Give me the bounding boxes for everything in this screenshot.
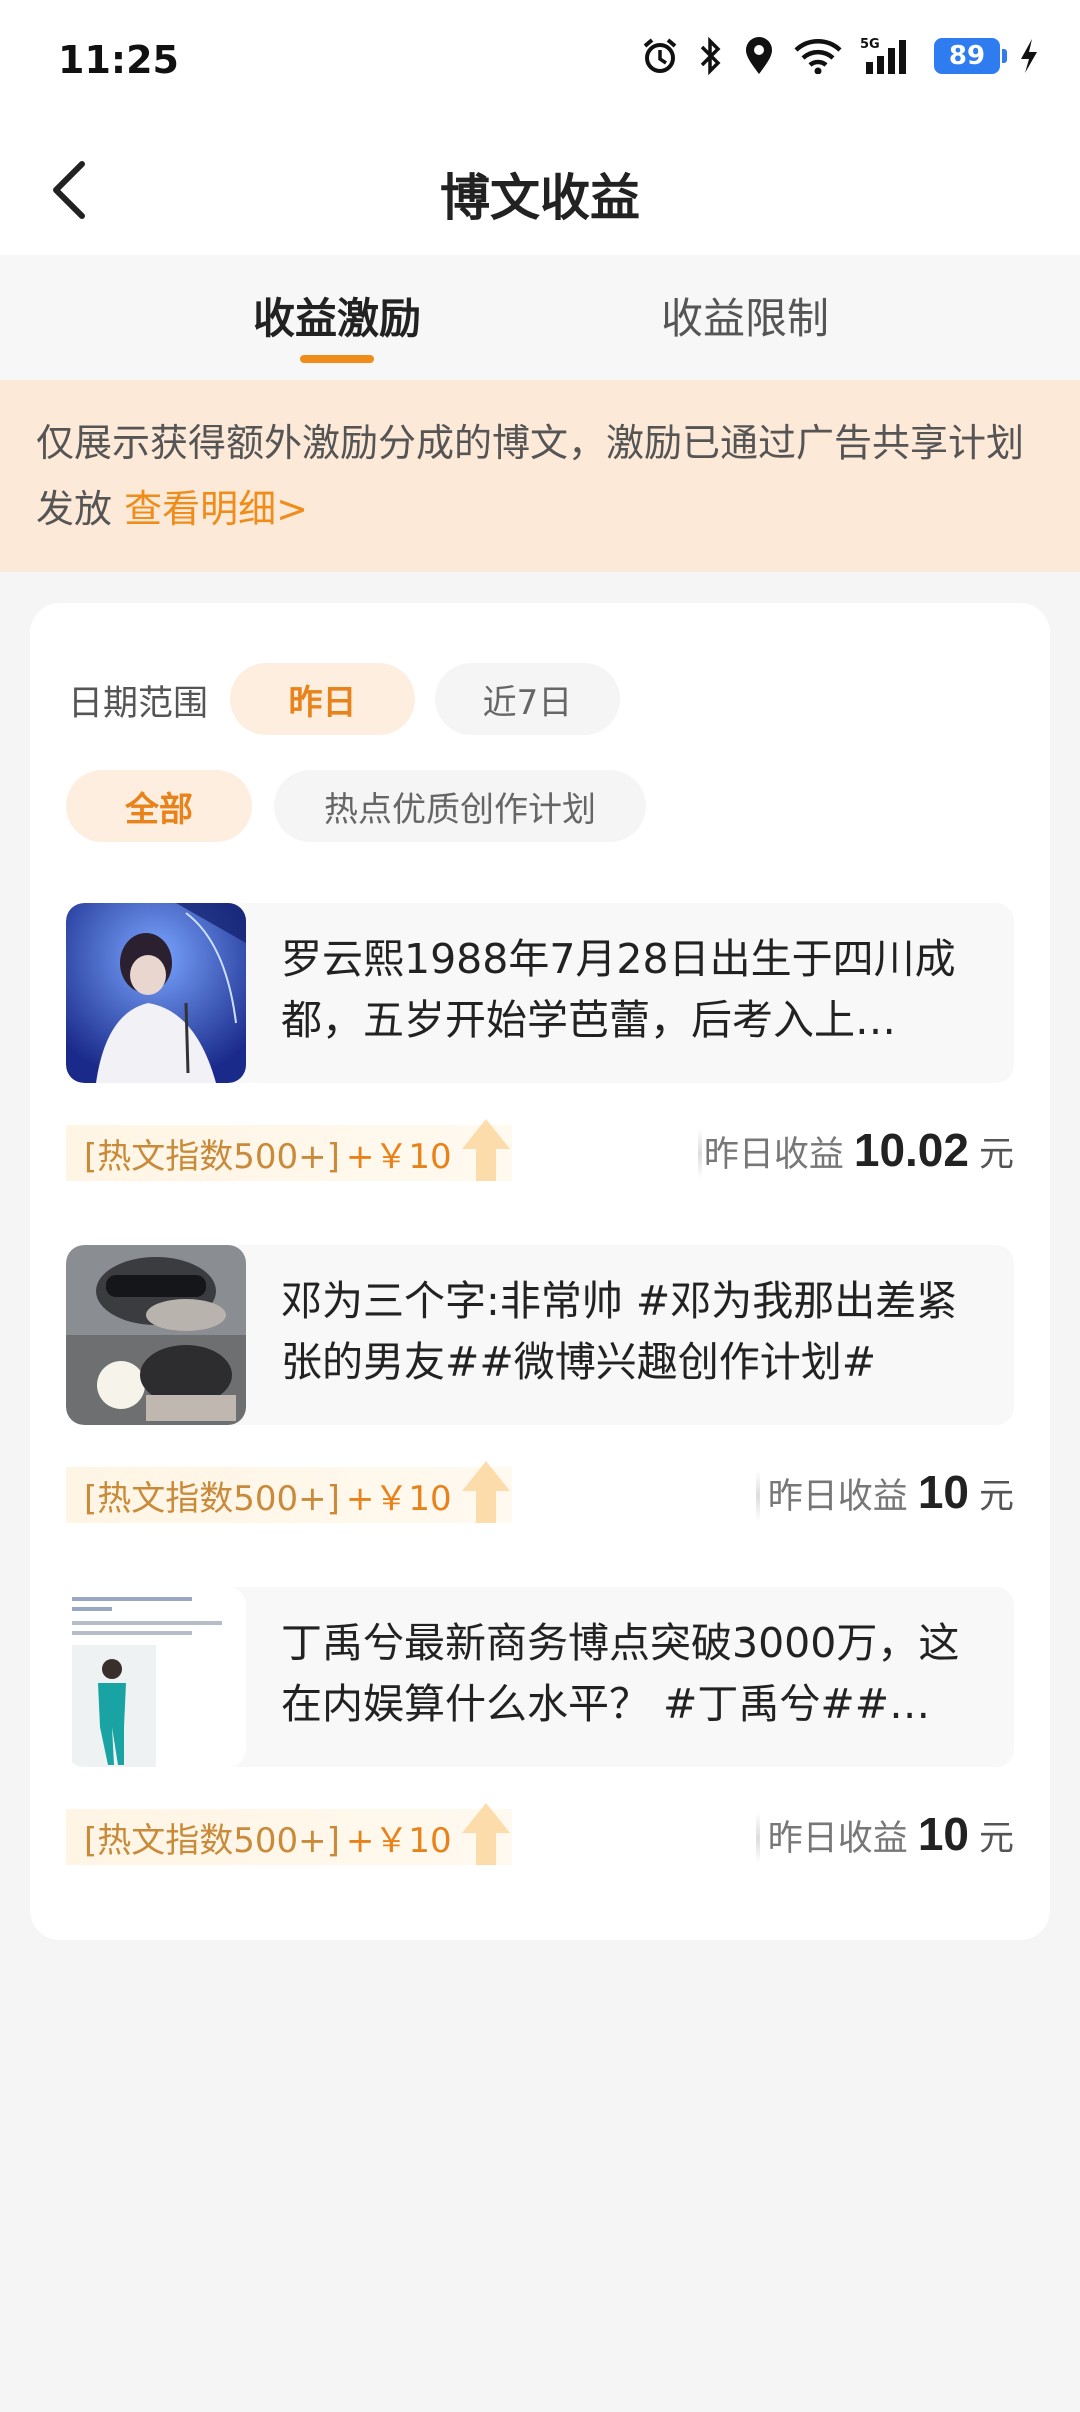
post-item[interactable]: 罗云熙1988年7月28日出生于四川成都，五岁开始学芭蕾，后考入上… [66, 903, 1014, 1083]
view-details-link[interactable]: 查看明细> [124, 487, 308, 531]
bonus-amount: +￥10 [345, 1136, 452, 1177]
earnings: 昨日收益 10.02 元 [704, 1123, 1014, 1177]
earnings-card: 日期范围 昨日 近7日 全部 热点优质创作计划 罗云熙1988年7月28日出生于… [30, 603, 1050, 1940]
battery-indicator: 89 [934, 38, 1007, 74]
status-time: 11:25 [58, 38, 179, 82]
hot-index-badge: [热文指数500+] +￥10 [66, 1119, 512, 1181]
arrow-up-icon [461, 1461, 510, 1523]
notice-banner: 仅展示获得额外激励分成的博文，激励已通过广告共享计划发放 查看明细> [0, 380, 1080, 572]
post-text: 邓为三个字:非常帅 #邓为我那出差紧张的男友##微博兴趣创作计划# [281, 1277, 958, 1386]
post-thumbnail [66, 903, 246, 1083]
tab-income-limit[interactable]: 收益限制 [661, 285, 829, 346]
date-chip-7days[interactable]: 近7日 [435, 663, 620, 735]
reward-row: [热文指数500+] +￥10 昨日收益 10 元 [66, 1461, 1014, 1525]
charging-icon [1021, 39, 1037, 73]
earnings: 昨日收益 10 元 [768, 1465, 1014, 1519]
hot-index-label: [热文指数500+] [84, 1478, 340, 1519]
tab-bar: 收益激励 收益限制 [0, 255, 1080, 380]
date-chip-yesterday[interactable]: 昨日 [230, 663, 415, 735]
bonus-amount: +￥10 [345, 1820, 452, 1861]
divider [756, 1813, 760, 1863]
earnings-value: 10 [917, 1808, 969, 1860]
post-item[interactable]: 邓为三个字:非常帅 #邓为我那出差紧张的男友##微博兴趣创作计划# [66, 1245, 1014, 1425]
hot-index-badge: [热文指数500+] +￥10 [66, 1461, 512, 1523]
reward-row: [热文指数500+] +￥10 昨日收益 10 元 [66, 1803, 1014, 1867]
status-bar: 11:25 5G 89 [0, 0, 1080, 120]
post-thumbnail [66, 1245, 246, 1425]
bonus-amount: +￥10 [345, 1478, 452, 1519]
hot-index-badge: [热文指数500+] +￥10 [66, 1803, 512, 1865]
nav-bar: 博文收益 [0, 120, 1080, 255]
earnings-label: 昨日收益 [767, 1477, 908, 1517]
divider [756, 1471, 760, 1521]
alarm-icon [643, 38, 677, 73]
post-thumbnail [66, 1587, 246, 1767]
post-text: 罗云熙1988年7月28日出生于四川成都，五岁开始学芭蕾，后考入上… [281, 935, 956, 1044]
tab-active-indicator [300, 355, 374, 363]
post-text: 丁禹兮最新商务博点突破3000万，这在内娱算什么水平？ #丁禹兮##… [281, 1619, 960, 1728]
earnings-unit: 元 [978, 1819, 1014, 1859]
date-range-label: 日期范围 [68, 684, 209, 724]
svg-text:5G: 5G [860, 37, 880, 52]
earnings-label: 昨日收益 [767, 1819, 908, 1859]
status-icons: 5G 89 [640, 36, 1040, 76]
earnings-value: 10 [917, 1466, 969, 1518]
hot-index-label: [热文指数500+] [84, 1820, 340, 1861]
plan-chip-hot-quality[interactable]: 热点优质创作计划 [274, 770, 646, 842]
reward-row: [热文指数500+] +￥10 昨日收益 10.02 元 [66, 1119, 1014, 1183]
bluetooth-icon [700, 36, 721, 76]
earnings-label: 昨日收益 [703, 1135, 844, 1175]
earnings-value: 10.02 [853, 1124, 969, 1176]
tab-income-incentive[interactable]: 收益激励 [253, 285, 421, 346]
divider [698, 1129, 702, 1179]
hot-index-label: [热文指数500+] [84, 1136, 340, 1177]
page-title: 博文收益 [440, 169, 640, 227]
earnings-unit: 元 [978, 1135, 1014, 1175]
signal-5g-icon: 5G [860, 37, 906, 74]
earnings: 昨日收益 10 元 [768, 1807, 1014, 1861]
arrow-up-icon [461, 1119, 510, 1181]
plan-chip-all[interactable]: 全部 [66, 770, 252, 842]
arrow-up-icon [461, 1803, 510, 1865]
earnings-unit: 元 [978, 1477, 1014, 1517]
wifi-icon [794, 39, 842, 74]
post-item[interactable]: 丁禹兮最新商务博点突破3000万，这在内娱算什么水平？ #丁禹兮##… [66, 1587, 1014, 1767]
location-icon [746, 37, 772, 74]
